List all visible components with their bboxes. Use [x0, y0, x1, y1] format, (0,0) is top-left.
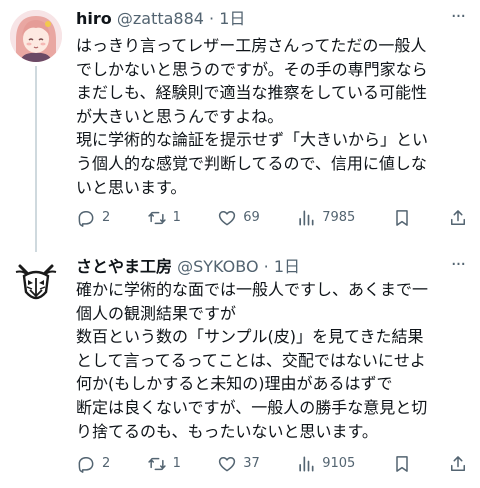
tweet-text-line: 現に学術的な論証を提示せず「大きいから」とい: [76, 130, 429, 150]
tweet-text-line: まだしも、経験則で適当な推察をしている可能性: [76, 83, 428, 103]
views-icon: [299, 210, 314, 226]
repost-icon: [147, 211, 166, 225]
reply-icon: [78, 457, 94, 473]
reply-count: 2: [102, 210, 111, 225]
tweet-2[interactable]: さとやま工房 @SYKOBO · 1日 ··· 確かに学術的な面では一般人ですし…: [0, 248, 480, 488]
avatar-tribal-mask-image: [10, 256, 62, 308]
bookmark-icon: [395, 210, 408, 226]
tweet-text-line: として言ってるってことは、交配ではないにせよ: [76, 350, 426, 370]
bookmark-button[interactable]: [392, 206, 412, 230]
tweet-text-line: り捨てるのも、もったいないと思います。: [76, 421, 378, 441]
tweet-text-line: う個人的な感覚で判断してるので、信用に値しな: [76, 153, 427, 173]
repost-button[interactable]: 1: [147, 452, 181, 476]
tweet-text-line: 何か(もしかすると未知の)理由があるはずで: [76, 374, 393, 394]
reply-button[interactable]: 2: [76, 206, 110, 230]
timestamp[interactable]: 1日: [219, 9, 245, 28]
like-icon: [219, 211, 236, 226]
reply-icon: [78, 211, 94, 227]
tweet-1[interactable]: hiro @zatta884 · 1日 ··· はっきり言ってレザー工房さんって…: [0, 0, 480, 252]
tweet-text-line: でしかないと思うのですが。その手の専門家なら: [76, 59, 428, 79]
view-count: 9105: [322, 456, 356, 471]
timestamp[interactable]: 1日: [274, 257, 300, 276]
user-handle[interactable]: @zatta884: [117, 9, 204, 28]
tweet-text: はっきり言ってレザー工房さんってただの一般人 でしかないと思うのですが。その手の…: [76, 34, 474, 199]
avatar-anime-girl-image: [10, 10, 62, 62]
views-icon: [299, 456, 314, 472]
like-count: 37: [243, 456, 260, 471]
views-button[interactable]: 7985: [296, 206, 355, 230]
more-icon[interactable]: ···: [446, 8, 470, 30]
share-icon: [451, 210, 465, 225]
bookmark-button[interactable]: [392, 452, 412, 476]
tweet-header: hiro @zatta884 · 1日: [76, 8, 440, 30]
repost-count: 1: [172, 210, 181, 225]
thread-line: [35, 66, 37, 252]
share-button[interactable]: [448, 452, 468, 476]
like-button[interactable]: 37: [217, 452, 260, 476]
tweet-text-line: 確かに学術的な面では一般人ですし、あくまで一: [76, 280, 429, 299]
tweet-header: さとやま工房 @SYKOBO · 1日: [76, 256, 440, 278]
view-count: 7985: [322, 210, 356, 225]
action-bar: 2 1 69 7985: [76, 206, 468, 230]
bookmark-icon: [395, 456, 408, 472]
like-button[interactable]: 69: [217, 206, 260, 230]
dot-separator: ·: [209, 9, 215, 28]
like-count: 69: [243, 210, 260, 225]
reply-count: 2: [102, 456, 111, 471]
views-button[interactable]: 9105: [296, 452, 355, 476]
share-button[interactable]: [448, 206, 468, 230]
share-icon: [451, 456, 465, 471]
like-icon: [219, 457, 236, 472]
tweet-text-line: 個人の観測結果ですが: [76, 303, 237, 323]
user-handle[interactable]: @SYKOBO: [177, 257, 258, 276]
display-name[interactable]: さとやま工房: [76, 257, 172, 276]
repost-count: 1: [172, 456, 181, 471]
tweet-text-line: はっきり言ってレザー工房さんってただの一般人: [76, 36, 427, 55]
repost-button[interactable]: 1: [147, 206, 181, 230]
tweet-text-line: 断定は良くないですが、一般人の勝手な意見と切: [76, 397, 428, 417]
tweet-text-line: 数百という数の「サンプル(皮)」を見てきた結果: [76, 327, 424, 347]
dot-separator: ·: [263, 257, 269, 276]
avatar-hiro[interactable]: [10, 10, 62, 62]
action-bar: 2 1 37 9105: [76, 452, 468, 476]
more-icon[interactable]: ···: [446, 256, 470, 278]
tweet-text-line: いと思います。: [76, 177, 187, 197]
display-name[interactable]: hiro: [76, 9, 112, 28]
tweet-text-line: が大きいと思うんですよね。: [76, 106, 284, 126]
repost-icon: [147, 457, 166, 471]
tweet-text: 確かに学術的な面では一般人ですし、あくまで一 個人の観測結果ですが 数百という数…: [76, 278, 474, 443]
reply-button[interactable]: 2: [76, 452, 110, 476]
avatar-sykobo[interactable]: [10, 256, 62, 308]
